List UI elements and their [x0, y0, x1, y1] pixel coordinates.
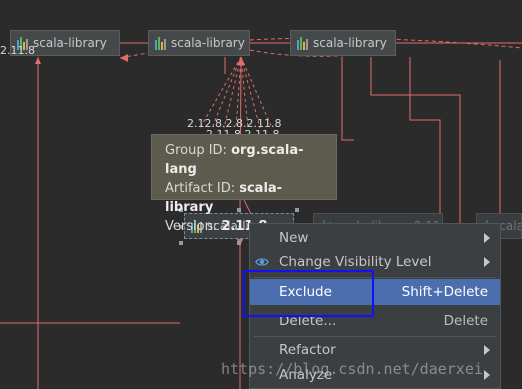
- submenu-arrow-icon: [484, 370, 490, 380]
- node-scala-library-right[interactable]: scala-library: [290, 30, 396, 56]
- node-label: scala-library: [33, 36, 107, 50]
- edge-label: 2.11.8: [0, 44, 35, 57]
- submenu-arrow-icon: [484, 345, 490, 355]
- library-icon: [297, 36, 308, 50]
- dependency-tooltip: Group ID: org.scala-lang Artifact ID: sc…: [151, 134, 337, 234]
- node-scala-library-center[interactable]: scala-library: [148, 30, 250, 56]
- shortcut-delete: Delete: [443, 313, 488, 329]
- library-icon: [155, 36, 166, 50]
- node-label: scala-library: [313, 36, 387, 50]
- shortcut-exclude: Shift+Delete: [401, 284, 488, 300]
- eye-icon: [255, 258, 269, 266]
- watermark-url: https://blog.csdn.net/daerxei: [221, 360, 483, 378]
- tooltip-artifact-row: Artifact ID: scala-library: [165, 181, 283, 215]
- tooltip-group-row: Group ID: org.scala-lang: [165, 143, 304, 177]
- submenu-arrow-icon: [484, 233, 490, 243]
- node-label: scala-library: [171, 36, 245, 50]
- submenu-arrow-icon: [484, 257, 490, 267]
- selection-handle[interactable]: [179, 241, 183, 245]
- annotation-highlight-box: [243, 270, 374, 317]
- menu-item-new[interactable]: New: [250, 225, 500, 251]
- selection-handle[interactable]: [237, 241, 241, 245]
